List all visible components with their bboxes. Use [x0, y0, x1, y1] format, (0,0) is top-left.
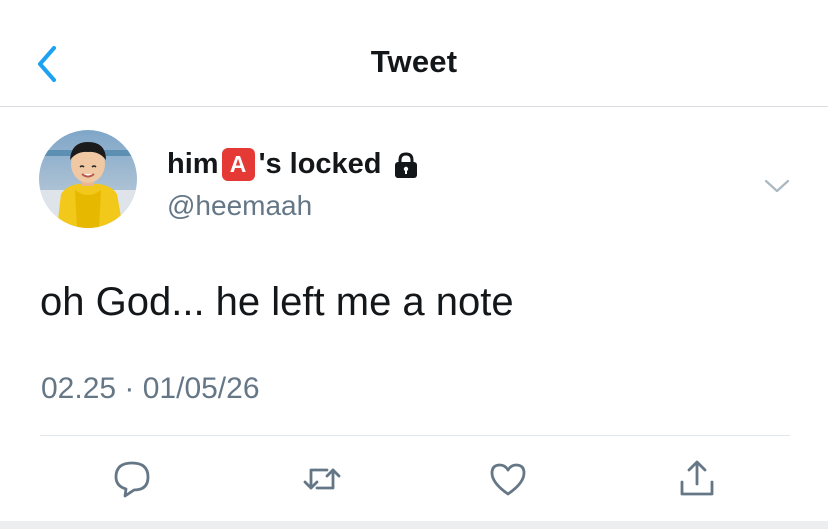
retweet-icon — [303, 468, 341, 490]
reply-icon — [114, 461, 150, 498]
bottom-separator — [0, 521, 828, 529]
display-name-prefix: him — [167, 148, 219, 180]
share-button[interactable] — [676, 458, 718, 500]
page-title: Tweet — [370, 44, 458, 79]
user-handle[interactable]: @heemaah — [167, 190, 312, 222]
top-nav-bar: Tweet — [0, 0, 828, 108]
actions-divider — [40, 435, 790, 436]
tweet-timestamp[interactable]: 02.25 · 01/05/26 — [41, 372, 260, 406]
heart-icon — [490, 463, 526, 496]
retweet-button[interactable] — [301, 458, 343, 500]
avatar[interactable] — [39, 130, 137, 228]
reply-button[interactable] — [111, 458, 153, 500]
display-name-suffix: 's locked — [258, 148, 382, 180]
a-button-emoji-icon: A — [221, 148, 255, 181]
display-name[interactable]: him A 's locked — [167, 148, 420, 181]
share-icon — [680, 460, 714, 496]
header-divider — [0, 106, 828, 107]
tweet-text: oh God... he left me a note — [40, 280, 514, 324]
lock-icon — [392, 151, 420, 179]
more-options-button[interactable] — [763, 172, 791, 200]
avatar-image — [39, 130, 137, 228]
chevron-down-icon — [764, 179, 790, 193]
like-button[interactable] — [487, 458, 529, 500]
